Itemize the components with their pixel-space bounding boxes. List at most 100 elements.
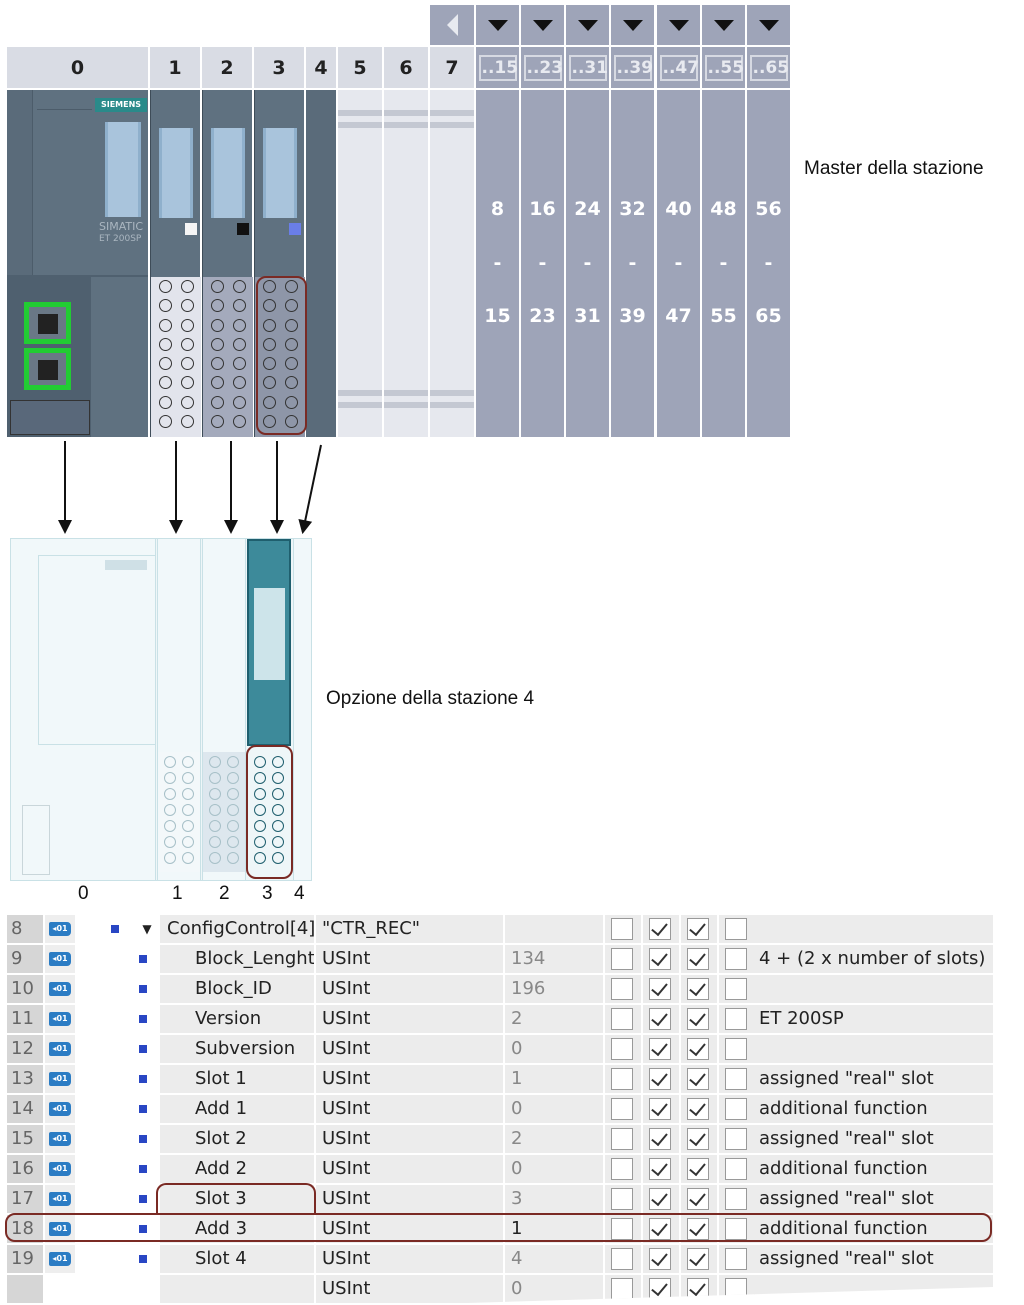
start-value-cell[interactable]: 196 [505,975,603,1003]
empty-slot-5[interactable] [338,90,382,437]
group-header-label[interactable]: ..39 [613,54,653,81]
comment-cell[interactable]: ET 200SP [754,1005,993,1033]
expand-group-button[interactable] [657,5,700,45]
datatype-cell[interactable]: USInt [316,1245,503,1273]
expand-group-button[interactable] [747,5,790,45]
comment-cell[interactable]: assigned "real" slot [754,1245,993,1273]
name-cell[interactable]: Block_ID [160,975,314,1003]
checkbox[interactable] [687,1128,709,1150]
name-cell[interactable]: Slot 2 [160,1125,314,1153]
checkbox[interactable] [687,978,709,1000]
checkbox[interactable] [611,1038,633,1060]
start-value-cell[interactable]: 1 [505,1065,603,1093]
group-header-label[interactable]: ..65 [749,54,789,81]
collapse-toggle[interactable]: ▼ [135,915,159,943]
comment-cell[interactable]: assigned "real" slot [754,1065,993,1093]
empty-slot-7[interactable] [430,90,474,437]
checkbox[interactable] [687,1188,709,1210]
comment-cell[interactable] [754,1275,993,1303]
comment-cell[interactable]: additional function [754,1095,993,1123]
checkbox[interactable] [649,1068,671,1090]
checkbox[interactable] [649,1128,671,1150]
checkbox[interactable] [649,1248,671,1270]
table-row[interactable]: 10 ◂01 Block_ID USInt 196 [7,975,993,1005]
checkbox[interactable] [687,948,709,970]
name-cell[interactable]: Block_Lenght [160,945,314,973]
comment-cell[interactable] [754,975,993,1003]
checkbox[interactable] [611,978,633,1000]
scroll-left-button[interactable] [430,5,474,45]
datatype-cell[interactable]: USInt [316,975,503,1003]
name-cell[interactable]: Version [160,1005,314,1033]
checkbox[interactable] [611,1128,633,1150]
interface-module[interactable]: SIEMENS SIMATIC ET 200SP [7,90,148,437]
datatype-cell[interactable]: USInt [316,1275,503,1303]
start-value-cell[interactable]: 2 [505,1125,603,1153]
comment-cell[interactable]: assigned "real" slot [754,1125,993,1153]
checkbox[interactable] [649,918,671,940]
slot-header-7[interactable]: 7 [430,47,474,88]
checkbox[interactable] [725,1128,747,1150]
checkbox[interactable] [649,948,671,970]
table-row[interactable]: 9 ◂01 Block_Lenght USInt 134 4 + (2 x number … [7,945,993,975]
checkbox[interactable] [611,1068,633,1090]
table-row[interactable]: 19 ◂01 Slot 4 USInt 4 assigned "real" slot [7,1245,993,1275]
start-value-cell[interactable]: 2 [505,1005,603,1033]
checkbox[interactable] [687,1098,709,1120]
checkbox[interactable] [687,1158,709,1180]
table-row[interactable]: 11 ◂01 Version USInt 2 ET 200SP [7,1005,993,1035]
checkbox[interactable] [649,1158,671,1180]
name-cell[interactable]: Add 1 [160,1095,314,1123]
checkbox[interactable] [725,1038,747,1060]
slot-header-5[interactable]: 5 [338,47,382,88]
checkbox[interactable] [611,1008,633,1030]
group-header-label[interactable]: ..55 [704,54,744,81]
checkbox[interactable] [649,1038,671,1060]
checkbox[interactable] [611,1188,633,1210]
slot-header-2[interactable]: 2 [202,47,252,88]
checkbox[interactable] [687,1038,709,1060]
checkbox[interactable] [611,1098,633,1120]
expand-group-button[interactable] [611,5,654,45]
slot-header-3[interactable]: 3 [254,47,304,88]
table-row[interactable]: 17 ◂01 Slot 3 USInt 3 assigned "real" slot [7,1185,993,1215]
name-cell[interactable]: ConfigControl[4] [160,915,314,943]
checkbox[interactable] [649,1098,671,1120]
start-value-cell[interactable]: 0 [505,1155,603,1183]
io-module-1[interactable] [150,90,201,437]
checkbox[interactable] [611,1248,633,1270]
checkbox[interactable] [725,978,747,1000]
start-value-cell[interactable]: 134 [505,945,603,973]
group-header-label[interactable]: ..15 [478,54,518,81]
io-module-2[interactable] [202,90,253,437]
empty-slot-6[interactable] [384,90,428,437]
slot-header-6[interactable]: 6 [384,47,428,88]
datatype-cell[interactable]: USInt [316,1155,503,1183]
name-cell[interactable] [160,1275,314,1303]
start-value-cell[interactable]: 4 [505,1245,603,1273]
datatype-cell[interactable]: "CTR_REC" [316,915,503,943]
group-header-label[interactable]: ..31 [568,54,608,81]
expand-group-button[interactable] [476,5,519,45]
datatype-cell[interactable]: USInt [316,945,503,973]
comment-cell[interactable]: additional function [754,1155,993,1183]
datatype-cell[interactable]: USInt [316,1095,503,1123]
slot-header-1[interactable]: 1 [150,47,200,88]
table-row[interactable]: 14 ◂01 Add 1 USInt 0 additional function [7,1095,993,1125]
checkbox[interactable] [725,1248,747,1270]
server-module[interactable] [306,90,336,437]
checkbox[interactable] [725,1098,747,1120]
group-header-label[interactable]: ..47 [659,54,699,81]
datatype-cell[interactable]: USInt [316,1035,503,1063]
table-row[interactable]: USInt 0 [7,1275,993,1305]
checkbox[interactable] [725,948,747,970]
comment-cell[interactable] [754,1035,993,1063]
name-cell[interactable]: Slot 1 [160,1065,314,1093]
group-header-label[interactable]: ..23 [523,54,563,81]
name-cell[interactable]: Slot 4 [160,1245,314,1273]
datatype-cell[interactable]: USInt [316,1185,503,1213]
comment-cell[interactable]: 4 + (2 x number of slots) [754,945,993,973]
checkbox[interactable] [725,1008,747,1030]
checkbox[interactable] [725,1188,747,1210]
checkbox[interactable] [725,918,747,940]
